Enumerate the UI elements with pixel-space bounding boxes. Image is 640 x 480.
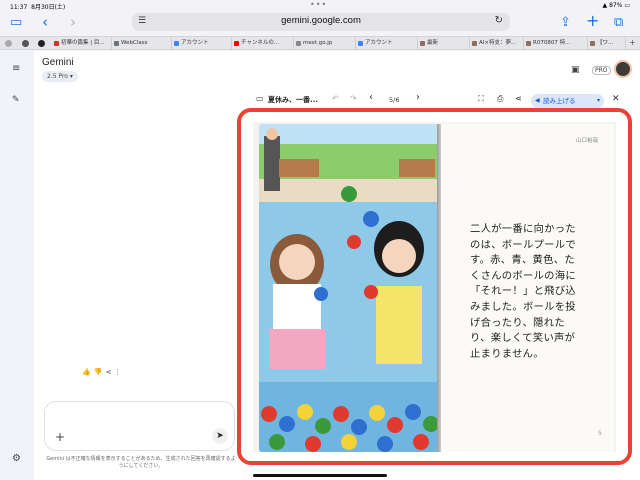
browser-tab[interactable]: アカウント	[356, 37, 418, 50]
browser-tab[interactable]: WebClass	[112, 37, 172, 50]
browser-tab[interactable]: アカウント	[172, 37, 232, 50]
side-rail: ≡ ✎ ⚙	[0, 51, 34, 480]
status-bar: 11:37 8月30日(土) ••• ▲ 87% ▭	[0, 0, 640, 12]
multitask-dots[interactable]: •••	[310, 0, 327, 9]
url-text[interactable]: gemini.google.com	[132, 15, 510, 26]
chevron-down-icon: ▾	[69, 73, 73, 80]
model-selector[interactable]: 2.5 Pro ▾	[42, 71, 78, 82]
print-icon[interactable]: ⎙	[497, 94, 503, 104]
tab-favicon-icon	[358, 41, 363, 46]
forward-icon[interactable]: ›	[70, 14, 76, 30]
tab-favicon-icon	[234, 41, 239, 46]
previous-page-icon[interactable]: ‹	[369, 92, 373, 103]
share-response-icon[interactable]: ⋖	[105, 368, 114, 376]
menu-icon[interactable]: ≡	[12, 63, 20, 74]
more-options-icon[interactable]: ⋮	[114, 368, 124, 376]
tab-favicon-icon	[526, 41, 531, 46]
browser-tab[interactable]: AI×特支：夢...	[470, 37, 524, 50]
tab-favicon-icon	[174, 41, 179, 46]
page-indicator: 5/6	[389, 96, 400, 104]
pro-badge: PRO	[592, 66, 611, 75]
status-time-date: 11:37 8月30日(土)	[10, 4, 66, 11]
sidebar-icon[interactable]: ▭	[10, 15, 22, 31]
browser-tab[interactable]: 【ワ...	[588, 37, 626, 50]
tab-favicon-icon	[54, 41, 59, 46]
tab-favicon-icon	[114, 41, 119, 46]
close-canvas-icon[interactable]: ✕	[612, 94, 620, 104]
home-indicator[interactable]	[253, 474, 387, 477]
add-tab-icon[interactable]: +	[629, 38, 636, 47]
redo-icon[interactable]: ↷	[350, 94, 357, 103]
document-icon: ▭	[256, 94, 264, 103]
settings-gear-icon[interactable]: ⚙	[12, 453, 21, 464]
gift-icon[interactable]: ▣	[571, 65, 580, 75]
back-icon[interactable]: ‹	[42, 14, 48, 30]
app-title: Gemini	[42, 57, 74, 68]
browser-tab[interactable]: チャンネルの...	[232, 37, 294, 50]
undo-icon[interactable]: ↶	[332, 94, 339, 103]
tab-favicon-icon	[472, 41, 477, 46]
browser-tab[interactable]: R070807 特...	[524, 37, 588, 50]
add-attachment-icon[interactable]: +	[55, 430, 65, 444]
tab-favicon-icon	[420, 41, 425, 46]
tab-favicon-icon	[296, 41, 301, 46]
tab-favicon-globe-icon[interactable]	[22, 40, 29, 47]
fullscreen-icon[interactable]: ⛶	[478, 94, 484, 104]
share-icon[interactable]: ⇪	[560, 15, 571, 31]
next-page-icon[interactable]: ›	[416, 92, 420, 103]
tab-bar: 初華の篇集 | 目... WebClass アカウント チャンネルの... me…	[0, 36, 640, 50]
tab-favicon-globe-icon[interactable]	[5, 40, 12, 47]
thumbs-down-icon[interactable]: 👎	[94, 368, 106, 376]
address-bar[interactable]: ☰ gemini.google.com ↻	[132, 13, 510, 31]
new-tab-icon[interactable]: +	[586, 13, 599, 29]
share-canvas-icon[interactable]: ⋖	[515, 94, 522, 103]
send-icon[interactable]: ➤	[212, 428, 228, 444]
tab-favicon-dark-icon[interactable]	[38, 40, 45, 47]
tabs-overview-icon[interactable]: ⧉	[614, 15, 623, 31]
response-actions: 👍👎⋖⋮	[82, 368, 124, 376]
highlight-annotation	[237, 108, 632, 465]
disclaimer-text: Gemini は不正確な情報を表示することがあるため、生成された回答を再確認する…	[46, 456, 236, 469]
avatar[interactable]	[614, 60, 632, 78]
prompt-composer[interactable]: + ➤	[44, 401, 235, 451]
browser-tab[interactable]: 最新	[418, 37, 470, 50]
canvas-doc-title[interactable]: 夏休み、一番...	[268, 95, 318, 105]
reload-icon[interactable]: ↻	[495, 15, 503, 26]
tab-favicon-icon	[590, 41, 595, 46]
read-aloud-label: 読み上げる	[543, 97, 576, 105]
chevron-down-icon[interactable]: ▾	[597, 94, 600, 108]
status-battery: ▲ 87% ▭	[602, 2, 630, 9]
browser-tab[interactable]: mext.go.jp	[294, 37, 356, 50]
speaker-icon: ◀	[535, 97, 540, 104]
new-chat-icon[interactable]: ✎	[12, 95, 20, 105]
browser-tab[interactable]: 初華の篇集 | 目...	[52, 37, 112, 50]
thumbs-up-icon[interactable]: 👍	[82, 368, 94, 376]
read-aloud-button[interactable]: ◀ 読み上げる ▾	[531, 94, 604, 108]
